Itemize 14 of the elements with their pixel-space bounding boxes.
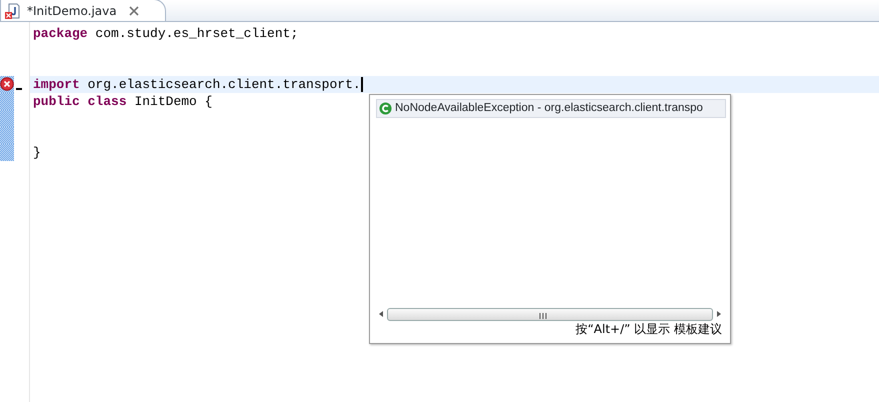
code-line: } (33, 144, 41, 161)
code-line: import org.elasticsearch.client.transport. (33, 76, 361, 93)
text-cursor (360, 77, 363, 92)
code-line: package com.study.es_hrset_client; (33, 25, 298, 42)
editor-tab[interactable]: *InitDemo.java (0, 0, 166, 21)
scroll-right-icon[interactable] (715, 310, 723, 318)
completion-item[interactable]: NoNodeAvailableException - org.elasticsearch.client.transpo (376, 99, 726, 118)
error-mark (16, 88, 22, 90)
scrollbar-thumb[interactable] (387, 308, 713, 320)
close-icon[interactable] (128, 6, 139, 16)
scroll-left-icon[interactable] (377, 310, 385, 318)
class-icon (379, 102, 392, 115)
shortcut-hint: 按“Alt+/” 以显示 模板建议 (576, 321, 722, 338)
code-line: public class InitDemo { (33, 93, 212, 110)
